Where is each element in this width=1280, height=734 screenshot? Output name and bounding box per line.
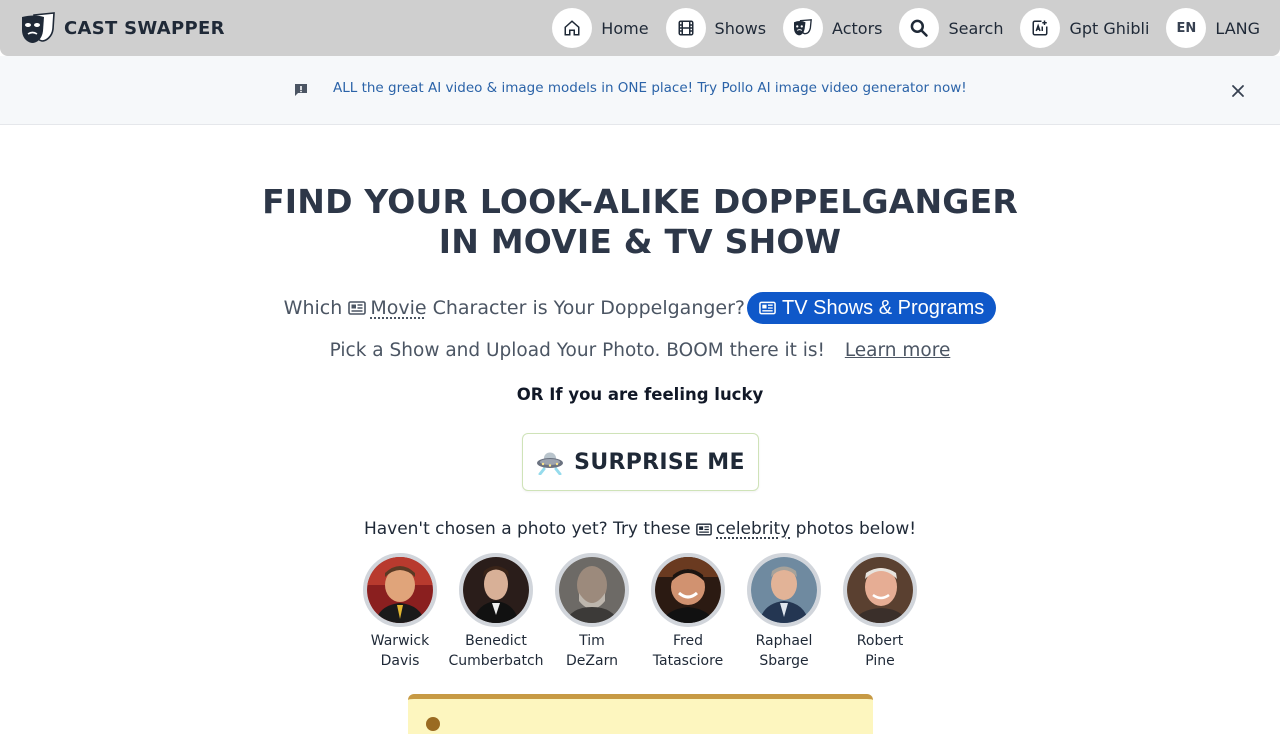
avatar [843,553,917,627]
celebrity-first-name: Robert [856,633,904,649]
celebrity-item-benedict-cumberbatch[interactable]: Benedict Cumberbatch [448,553,544,671]
nav-item-actors[interactable]: Actors [783,8,882,48]
avatar [363,553,437,627]
ai-image-icon [1020,8,1061,48]
newspaper-icon [696,522,712,536]
newspaper-icon [759,301,776,315]
tv-shows-programs-label: TV Shows & Programs [782,296,985,319]
surprise-me-label: SURPRISE ME [574,449,745,475]
page-title-line2: IN MOVIE & TV SHOW [438,222,842,261]
celebrity-last-name: DeZarn [566,653,618,669]
which-prefix: Which [283,297,343,319]
page-title: FIND YOUR LOOK-ALIKE DOPPELGANGER IN MOV… [0,182,1280,262]
nav-label-actors: Actors [832,18,883,38]
brand-name: CAST SWAPPER [64,17,225,39]
announcement-banner: ALL the great AI video & image models in… [0,56,1280,125]
celebrity-last-name: Tatasciore [652,653,724,669]
celebrity-item-raphael-sbarge[interactable]: Raphael Sbarge [736,553,832,671]
nav-item-search[interactable]: Search [899,8,1003,48]
pick-text: Pick a Show and Upload Your Photo. BOOM … [329,340,825,361]
top-navbar: CAST SWAPPER Home Shows Actors Search Gp… [0,0,1280,56]
brand-logo-link[interactable]: CAST SWAPPER [20,12,225,44]
which-character-line: Which Movie Character is Your Doppelgang… [0,292,1280,324]
ufo-icon [537,452,564,475]
celebrity-photo-list: Warwick Davis Benedict Cumberbatch Tim D… [352,553,928,671]
celebrity-first-name: Benedict [465,633,527,649]
celebrity-item-tim-dezarn[interactable]: Tim DeZarn [544,553,640,671]
celebrity-first-name: Warwick [370,633,430,649]
banner-link[interactable]: ALL the great AI video & image models in… [333,80,967,96]
film-icon [665,8,706,48]
nav-label-shows: Shows [714,18,767,38]
celebrity-last-name: Sbarge [759,653,809,669]
newspaper-icon [348,301,367,315]
celebrity-word[interactable]: celebrity [716,519,790,539]
celebrity-name: Warwick Davis [371,631,429,671]
celebrity-item-fred-tatasciore[interactable]: Fred Tatasciore [640,553,736,671]
nav-label-home: Home [601,18,649,38]
feeling-lucky-text: OR If you are feeling lucky [516,385,764,404]
avatar [747,553,821,627]
theater-mask-logo-icon [22,12,55,43]
which-suffix: Character is Your Doppelganger? [432,297,746,319]
page-title-line1: FIND YOUR LOOK-ALIKE DOPPELGANGER [262,182,1018,221]
avatar [651,553,725,627]
sample-photos-heading: Haven't chosen a photo yet? Try these ce… [0,519,1280,539]
haven-suffix: photos below! [795,519,917,539]
language-code: EN [1176,20,1197,36]
tv-shows-programs-button[interactable]: TV Shows & Programs [747,292,997,324]
nav-item-gpt-ghibli[interactable]: Gpt Ghibli [1020,8,1149,48]
celebrity-name: Tim DeZarn [566,631,618,671]
celebrity-item-warwick-davis[interactable]: Warwick Davis [352,553,448,671]
nav-item-home[interactable]: Home [552,8,649,48]
pick-show-line: Pick a Show and Upload Your Photo. BOOM … [0,340,1280,361]
celebrity-last-name: Cumberbatch [448,653,544,669]
celebrity-name: Fred Tatasciore [653,631,723,671]
close-icon[interactable] [1229,82,1247,100]
nav-item-language[interactable]: EN LANG [1166,8,1260,48]
celebrity-first-name: Fred [673,633,703,649]
movie-word[interactable]: Movie [370,297,426,319]
celebrity-last-name: Davis [380,653,420,669]
nav-menu: Home Shows Actors Search Gpt Ghibli EN L… [535,8,1260,48]
nav-label-lang: LANG [1215,18,1260,38]
celebrity-first-name: Raphael [755,633,813,649]
haven-prefix: Haven't chosen a photo yet? Try these [363,519,691,539]
surprise-me-button[interactable]: SURPRISE ME [522,433,759,491]
nav-item-shows[interactable]: Shows [665,8,767,48]
celebrity-first-name: Tim [579,633,605,649]
celebrity-item-robert-pine[interactable]: Robert Pine [832,553,928,671]
celebrity-name: Raphael Sbarge [756,631,813,671]
upload-card [408,694,873,734]
home-icon [552,8,593,48]
nav-label-search: Search [948,18,1004,38]
search-icon [899,8,940,48]
info-icon [426,717,440,731]
nav-label-gpt-ghibli: Gpt Ghibli [1069,18,1150,38]
celebrity-last-name: Pine [865,653,895,669]
learn-more-link[interactable]: Learn more [845,340,951,361]
celebrity-name: Benedict Cumberbatch [448,631,543,671]
avatar [555,553,629,627]
masks-icon [783,8,824,48]
language-icon: EN [1166,8,1207,48]
announcement-icon [295,84,307,96]
avatar [459,553,533,627]
celebrity-name: Robert Pine [857,631,903,671]
